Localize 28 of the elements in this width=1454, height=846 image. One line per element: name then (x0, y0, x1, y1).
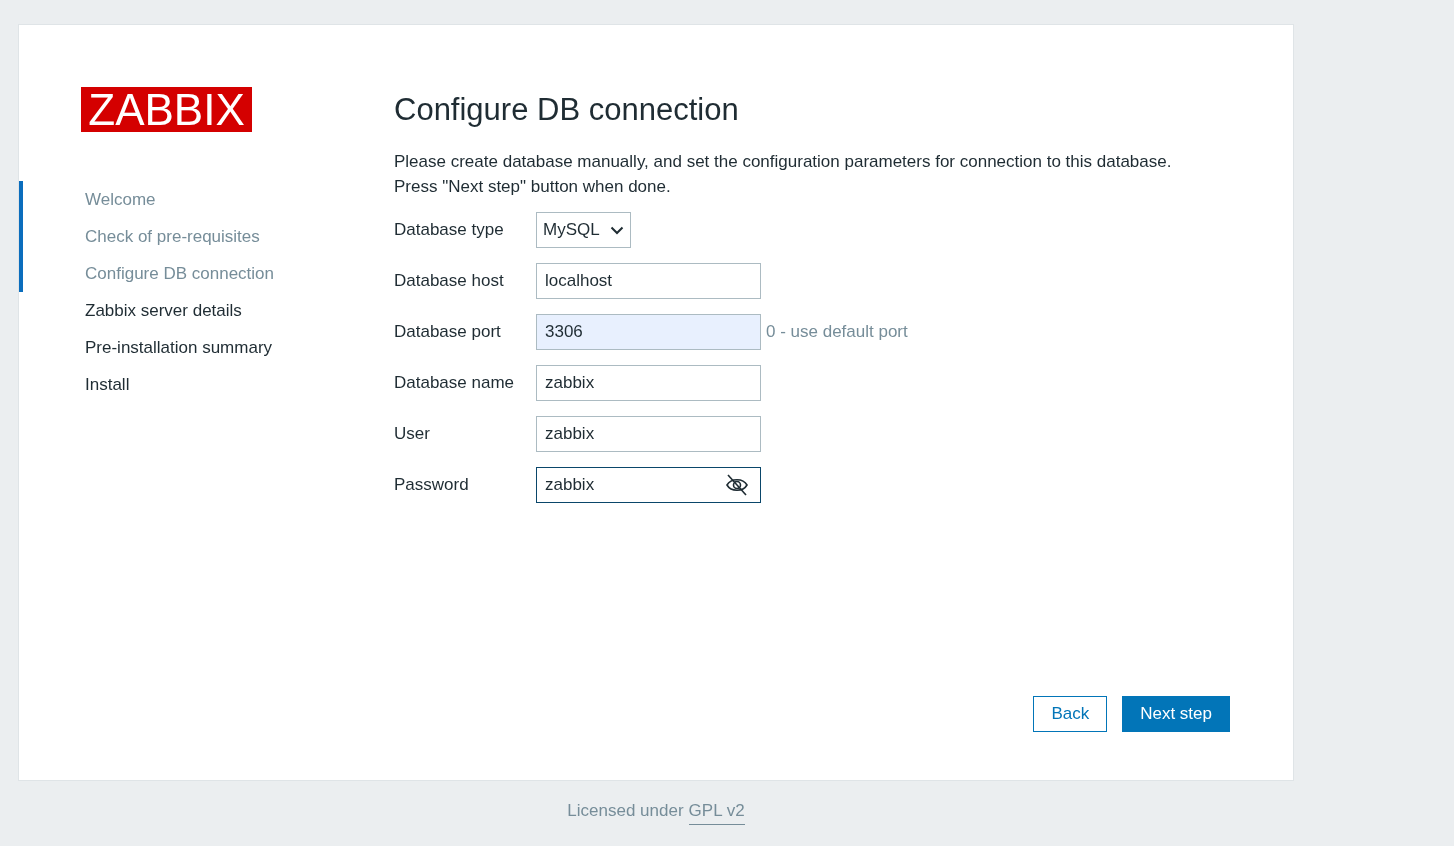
input-field[interactable]: localhost (536, 263, 761, 299)
field-label: Database type (394, 219, 505, 242)
setup-step: Zabbix server details (85, 297, 242, 324)
license-text: Licensed under (567, 800, 684, 822)
field-label: Database name (394, 372, 516, 395)
field-label: User (394, 423, 431, 446)
field-hint: 0 - use default port (766, 321, 908, 344)
input-field[interactable]: zabbix (536, 416, 761, 452)
next-step-button[interactable]: Next step (1122, 696, 1230, 732)
page-title: Configure DB connection (394, 91, 740, 129)
field-label: Database host (394, 270, 505, 293)
back-button[interactable]: Back (1033, 696, 1108, 732)
setup-step: Install (85, 371, 130, 398)
instruction-text: Press "Next step" button when done. (394, 176, 672, 198)
setup-step: Check of pre-requisites (85, 223, 260, 250)
zabbix-logo: ZABBIX (81, 87, 252, 132)
setup-step: Pre-installation summary (85, 334, 273, 361)
setup-step: Welcome (85, 186, 156, 213)
database-type-dropdown[interactable]: MySQL (536, 212, 631, 248)
instruction-text: Please create database manually, and set the configuration parameters for connection to this database. (394, 151, 1173, 173)
input-field[interactable]: zabbix (536, 365, 761, 401)
eye-slash-icon[interactable] (725, 474, 749, 496)
input-field[interactable]: 3306 (536, 314, 761, 350)
setup-step: Configure DB connection (85, 260, 274, 287)
field-label: Password (394, 474, 470, 497)
chevron-down-icon (609, 225, 624, 235)
field-label: Database port (394, 321, 502, 344)
password-field[interactable]: zabbix (536, 467, 761, 503)
